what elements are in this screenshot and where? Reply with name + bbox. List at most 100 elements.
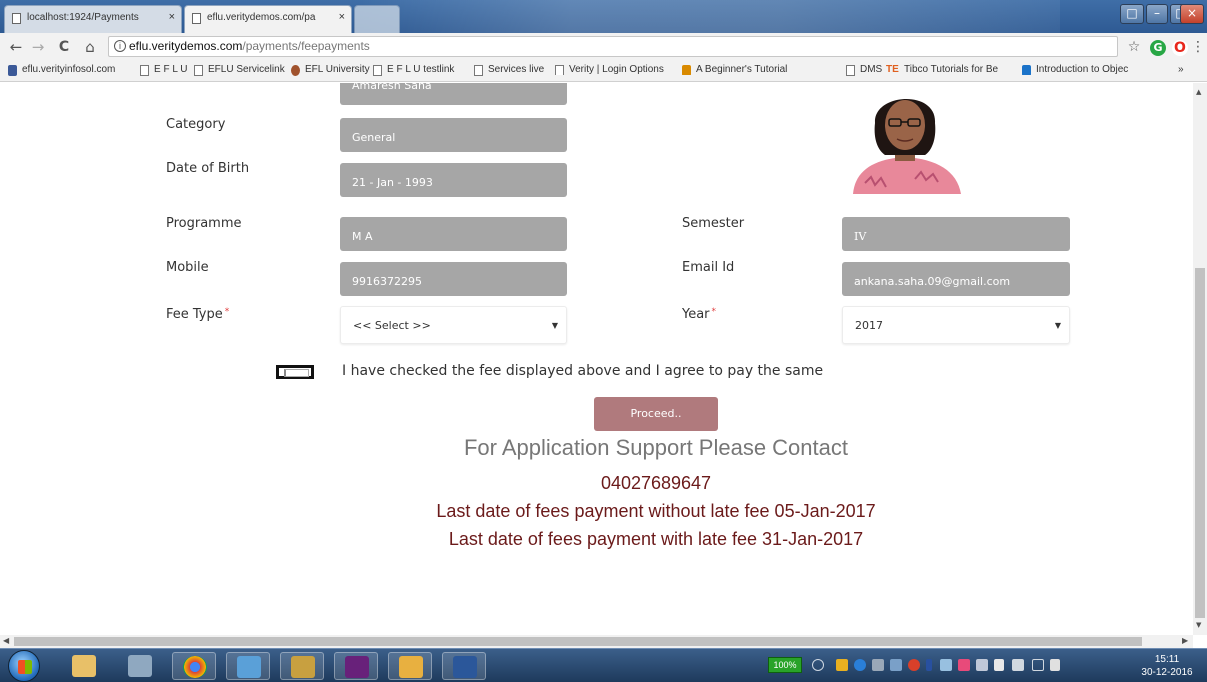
page-icon: [194, 65, 203, 76]
bookmark-dms[interactable]: DMS: [846, 64, 883, 76]
scroll-left-icon[interactable]: ◀: [3, 636, 9, 645]
forward-button[interactable]: →: [28, 37, 48, 57]
window-restore-button[interactable]: □: [1120, 4, 1144, 24]
folder-icon: [72, 655, 96, 677]
bookmark-eflu-servicelink[interactable]: EFLU Servicelink: [194, 64, 285, 76]
bookmark-beginners-tutorial[interactable]: A Beginner's Tutorial: [682, 64, 832, 75]
student-photo: [845, 83, 965, 194]
start-button[interactable]: [8, 650, 40, 682]
scroll-down-icon[interactable]: ▼: [1196, 621, 1201, 629]
bookmark-eflu[interactable]: E F L U: [140, 64, 188, 76]
window-minimize-button[interactable]: –: [1146, 4, 1168, 24]
year-label-text: Year: [682, 307, 710, 322]
semester-field: IV: [842, 217, 1070, 251]
student-name-field: Amaresh Saha: [340, 83, 567, 105]
network-icon[interactable]: [812, 659, 824, 671]
address-path: /payments/feepayments: [242, 39, 370, 53]
certificate-icon: [399, 656, 423, 678]
address-bar[interactable]: i eflu.veritydemos.com/payments/feepayme…: [108, 36, 1118, 57]
taskbar-word[interactable]: [442, 652, 486, 680]
bookmark-eflu-testlink[interactable]: E F L U testlink: [373, 64, 455, 76]
sync-icon[interactable]: [940, 659, 952, 671]
page-icon: [192, 13, 201, 24]
page-icon: [555, 65, 564, 75]
window-close-button[interactable]: ×: [1180, 4, 1204, 24]
vertical-scrollbar[interactable]: ▲ ▼: [1193, 83, 1207, 635]
dob-value: 21 - Jan - 1993: [352, 176, 433, 189]
system-clock[interactable]: 15:11 30-12-2016: [1134, 653, 1200, 679]
usb-icon[interactable]: [976, 659, 988, 671]
fee-type-select[interactable]: << Select >> ▼: [340, 306, 567, 344]
action-center-flag-icon[interactable]: [994, 659, 1004, 671]
display-icon[interactable]: [890, 659, 902, 671]
taskbar-calculator[interactable]: [118, 652, 162, 680]
word-icon: [453, 656, 477, 678]
bookmark-eflu-verityinfosol[interactable]: eflu.verityinfosol.com: [8, 64, 115, 76]
category-field: General: [340, 118, 567, 152]
tab-close-icon[interactable]: ×: [169, 11, 175, 23]
sync-folder-icon: [237, 656, 261, 678]
chat-favicon-icon: [1022, 65, 1031, 75]
back-button[interactable]: ←: [6, 37, 26, 57]
bookmark-services-live[interactable]: Services live: [474, 64, 544, 76]
opera-extension-icon[interactable]: O: [1172, 40, 1188, 56]
reload-button[interactable]: C: [54, 37, 74, 57]
semester-label: Semester: [682, 216, 745, 231]
printer-icon[interactable]: [872, 659, 884, 671]
page-viewport: Amaresh Saha Category General Date of Bi…: [0, 83, 1193, 635]
taskbar-chrome[interactable]: [172, 652, 216, 680]
fee-type-label: Fee Type *: [166, 307, 229, 322]
chrome-icon: [183, 656, 207, 678]
browser-menu-icon[interactable]: ⋮: [1188, 37, 1207, 57]
bookmark-label: EFLU Servicelink: [208, 64, 285, 75]
home-button[interactable]: ⌂: [80, 37, 100, 57]
chevron-down-icon: ▼: [1054, 321, 1061, 330]
taskbar-tools[interactable]: [280, 652, 324, 680]
tab-close-icon[interactable]: ×: [339, 11, 345, 23]
page-icon: [846, 65, 855, 76]
titlebar-background: [360, 0, 1060, 33]
horizontal-scrollbar[interactable]: ◀ ▶: [0, 635, 1193, 648]
bookmark-tibco-tutorials[interactable]: TE Tibco Tutorials for Be: [886, 64, 1014, 75]
bookmark-verity-login[interactable]: Verity | Login Options: [555, 64, 675, 75]
tab-title: eflu.veritydemos.com/pa: [207, 12, 316, 23]
taskbar-explorer[interactable]: [62, 652, 106, 680]
scroll-up-icon[interactable]: ▲: [1196, 88, 1201, 96]
year-select[interactable]: 2017 ▼: [842, 306, 1070, 344]
student-photo-image: [845, 83, 965, 194]
bookmark-label: A Beginner's Tutorial: [696, 64, 788, 75]
security-icon[interactable]: [836, 659, 848, 671]
scroll-right-icon[interactable]: ▶: [1182, 636, 1188, 645]
tab-localhost-payments[interactable]: localhost:1924/Payments ×: [4, 5, 182, 33]
bookmark-label: E F L U testlink: [387, 64, 455, 75]
bookmark-efl-university[interactable]: EFL University: [291, 64, 370, 76]
monitor-icon[interactable]: [1032, 659, 1044, 671]
skype-icon[interactable]: [854, 659, 866, 671]
proceed-button[interactable]: Proceed..: [594, 397, 718, 431]
bluetooth-icon[interactable]: [926, 659, 932, 671]
grammarly-extension-icon[interactable]: G: [1150, 40, 1166, 56]
taskbar-visual-studio[interactable]: [334, 652, 378, 680]
taskbar-folder-sync[interactable]: [226, 652, 270, 680]
agree-checkbox[interactable]: [276, 365, 314, 379]
tab-eflu-feepayments[interactable]: eflu.veritydemos.com/pa ×: [184, 5, 352, 33]
mobile-field: 9916372295: [340, 262, 567, 296]
bookmark-introduction-objects[interactable]: Introduction to Objec: [1022, 64, 1160, 75]
tibco-icon: TE: [886, 64, 899, 75]
power-icon[interactable]: [1012, 659, 1024, 671]
bookmark-star-icon[interactable]: ☆: [1124, 37, 1144, 57]
horizontal-scroll-thumb[interactable]: [14, 637, 1142, 646]
support-phone: 04027689647: [600, 473, 712, 493]
dob-field: 21 - Jan - 1993: [340, 163, 567, 197]
info-icon[interactable]: i: [114, 40, 126, 52]
taskbar-certificate[interactable]: [388, 652, 432, 680]
antivirus-icon[interactable]: [908, 659, 920, 671]
volume-icon[interactable]: [1050, 659, 1060, 671]
update-icon[interactable]: [958, 659, 970, 671]
battery-percent-badge[interactable]: 100%: [768, 657, 802, 673]
new-tab-button[interactable]: [354, 5, 400, 33]
vertical-scroll-thumb[interactable]: [1195, 268, 1205, 618]
tab-title: localhost:1924/Payments: [27, 12, 139, 23]
bookmarks-overflow-button[interactable]: »: [1178, 64, 1184, 75]
bookmark-label: DMS: [860, 64, 883, 75]
